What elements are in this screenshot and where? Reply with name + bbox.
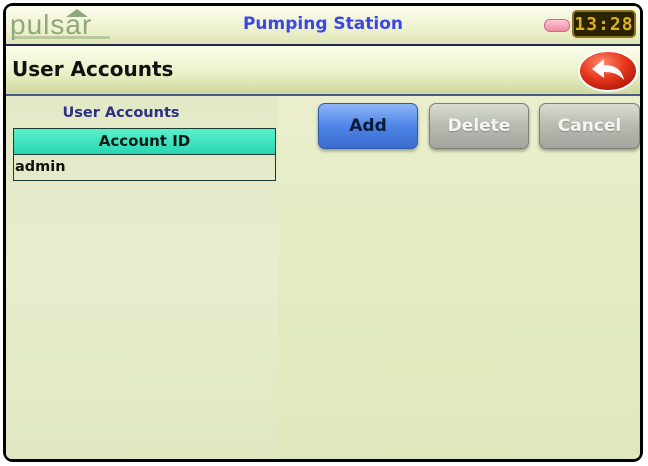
accounts-table: Account ID admin xyxy=(13,128,276,181)
top-status-bar: pulsar Pumping Station 13:28 xyxy=(6,6,640,46)
logo-tagline xyxy=(12,36,110,39)
accounts-heading: User Accounts xyxy=(62,105,180,121)
status-indicator xyxy=(544,19,570,32)
accounts-panel: User Accounts Account ID admin xyxy=(6,96,278,459)
account-id-header: Account ID xyxy=(13,128,276,155)
delete-button[interactable]: Delete xyxy=(429,103,529,149)
device-bezel: pulsar Pumping Station 13:28 User Accoun… xyxy=(0,0,648,466)
back-button[interactable] xyxy=(578,50,638,92)
clock-time: 13:28 xyxy=(574,13,634,35)
title-bar: User Accounts xyxy=(6,46,640,96)
clock-display: 13:28 xyxy=(572,10,636,38)
cancel-button[interactable]: Cancel xyxy=(539,103,640,149)
page-title: User Accounts xyxy=(12,57,174,81)
table-row[interactable]: admin xyxy=(13,155,276,181)
back-arrow-icon xyxy=(578,50,638,92)
add-button[interactable]: Add xyxy=(318,103,418,149)
screen: pulsar Pumping Station 13:28 User Accoun… xyxy=(6,6,640,459)
screen-frame: pulsar Pumping Station 13:28 User Accoun… xyxy=(3,3,643,462)
